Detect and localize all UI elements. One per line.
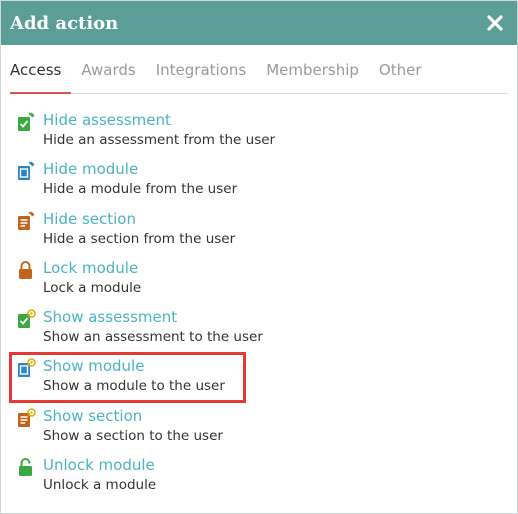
show-module-icon [18,358,36,378]
action-title[interactable]: Show module [43,357,144,375]
action-title[interactable]: Show assessment [43,308,177,326]
action-title[interactable]: Hide module [43,160,138,178]
action-item-show-section[interactable]: Show section Show a section to the user [17,407,517,456]
action-title[interactable]: Show section [43,407,142,425]
action-description: Hide an assessment from the user [43,132,276,148]
action-item-show-assessment[interactable]: Show assessment Show an assessment to th… [17,308,517,357]
action-description: Show an assessment to the user [43,329,263,346]
action-item-unlock-module[interactable]: Unlock module Unlock a module [17,456,517,505]
action-description: Unlock a module [43,477,157,494]
action-title[interactable]: Unlock module [43,456,155,474]
tab-bar: Access Awards Integrations Membership Ot… [10,45,508,94]
hide-assessment-icon [18,112,35,131]
action-list: Hide assessment Hide an assessment from … [1,94,517,505]
lock-icon [19,260,32,279]
action-item-show-module[interactable]: Show module Show a module to the user [17,357,517,406]
action-item-hide-module[interactable]: Hide module Hide a module from the user [17,160,517,209]
tab-access[interactable]: Access [10,45,72,94]
tab-other[interactable]: Other [369,45,432,93]
action-item-lock-module[interactable]: Lock module Lock a module [17,259,517,308]
tab-awards[interactable]: Awards [71,45,145,93]
add-action-dialog: Add action Access Awards Integrations Me… [0,0,518,514]
hide-section-icon [18,211,35,230]
hide-module-icon [18,161,35,181]
dialog-title: Add action [10,12,119,34]
unlock-icon [19,458,32,477]
action-item-hide-section[interactable]: Hide section Hide a section from the use… [17,210,517,259]
tab-membership[interactable]: Membership [256,45,369,93]
action-description: Hide a module from the user [43,181,238,198]
action-description: Hide a section from the user [43,230,236,247]
action-title[interactable]: Lock module [43,259,138,277]
show-section-icon [18,407,36,427]
action-title[interactable]: Hide assessment [43,111,171,129]
show-assessment-icon [18,309,36,329]
tab-integrations[interactable]: Integrations [146,45,256,93]
action-title[interactable]: Hide section [43,210,136,228]
close-icon[interactable] [485,13,505,33]
dialog-header: Add action [1,1,517,45]
action-description: Show a section to the user [43,427,223,444]
action-item-hide-assessment[interactable]: Hide assessment Hide an assessment from … [17,111,517,160]
action-description: Show a module to the user [43,378,225,395]
action-description: Lock a module [43,279,142,296]
